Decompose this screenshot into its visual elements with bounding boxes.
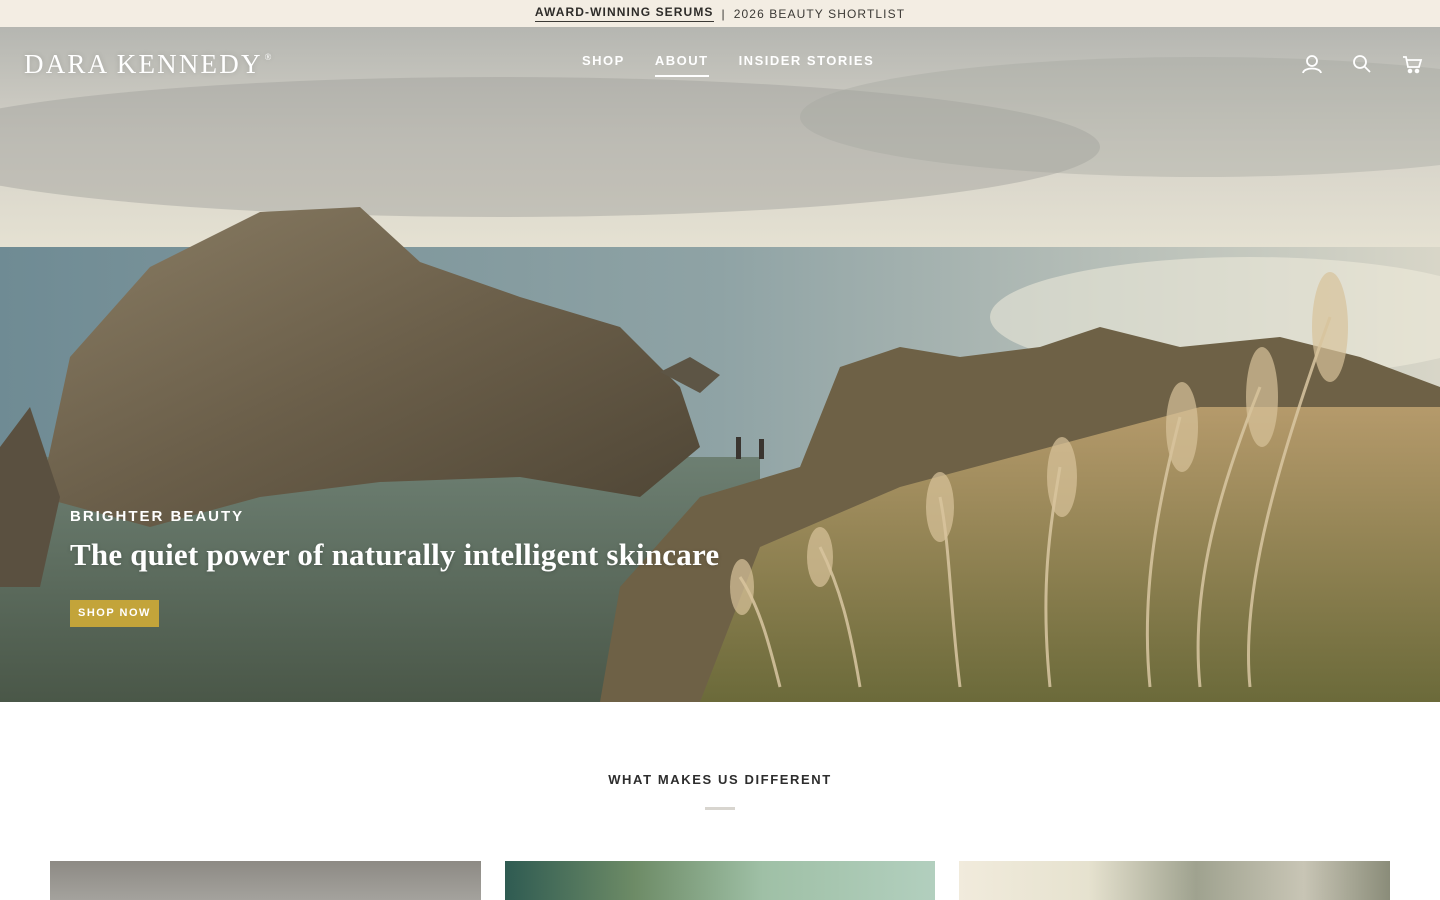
header-actions bbox=[1298, 53, 1426, 75]
main-nav: SHOP ABOUT INSIDER STORIES bbox=[582, 53, 874, 77]
announcement-separator: | bbox=[721, 6, 726, 21]
nav-shop[interactable]: SHOP bbox=[582, 53, 625, 77]
cart-icon[interactable] bbox=[1398, 53, 1426, 75]
feature-card-image-2[interactable] bbox=[505, 861, 935, 900]
account-icon[interactable] bbox=[1298, 53, 1326, 75]
nav-about[interactable]: ABOUT bbox=[654, 53, 709, 77]
search-icon[interactable] bbox=[1348, 53, 1376, 75]
nav-insider-stories[interactable]: INSIDER STORIES bbox=[739, 53, 875, 77]
hero-headline: The quiet power of naturally intelligent… bbox=[70, 537, 720, 572]
registered-mark: ® bbox=[264, 52, 274, 62]
hero-copy: BRIGHTER BEAUTY The quiet power of natur… bbox=[70, 508, 719, 627]
announcement-link[interactable]: AWARD-WINNING SERUMS bbox=[534, 5, 714, 22]
section-divider bbox=[705, 807, 735, 810]
feature-card-image-1[interactable] bbox=[50, 861, 481, 900]
hero-eyebrow: BRIGHTER BEAUTY bbox=[70, 508, 245, 525]
brand-logo-text: DARA KENNEDY bbox=[24, 49, 263, 79]
brand-logo[interactable]: DARA KENNEDY ® bbox=[24, 49, 274, 80]
feature-card-image-3[interactable] bbox=[959, 861, 1390, 900]
hero-banner: DARA KENNEDY ® SHOP ABOUT INSIDER STORIES bbox=[0, 27, 1440, 702]
section-title: WHAT MAKES US DIFFERENT bbox=[608, 772, 832, 787]
announcement-bar: AWARD-WINNING SERUMS | 2026 BEAUTY SHORT… bbox=[0, 0, 1440, 27]
shop-now-button[interactable]: SHOP NOW bbox=[70, 600, 159, 627]
announcement-text: 2026 BEAUTY SHORTLIST bbox=[733, 6, 906, 21]
